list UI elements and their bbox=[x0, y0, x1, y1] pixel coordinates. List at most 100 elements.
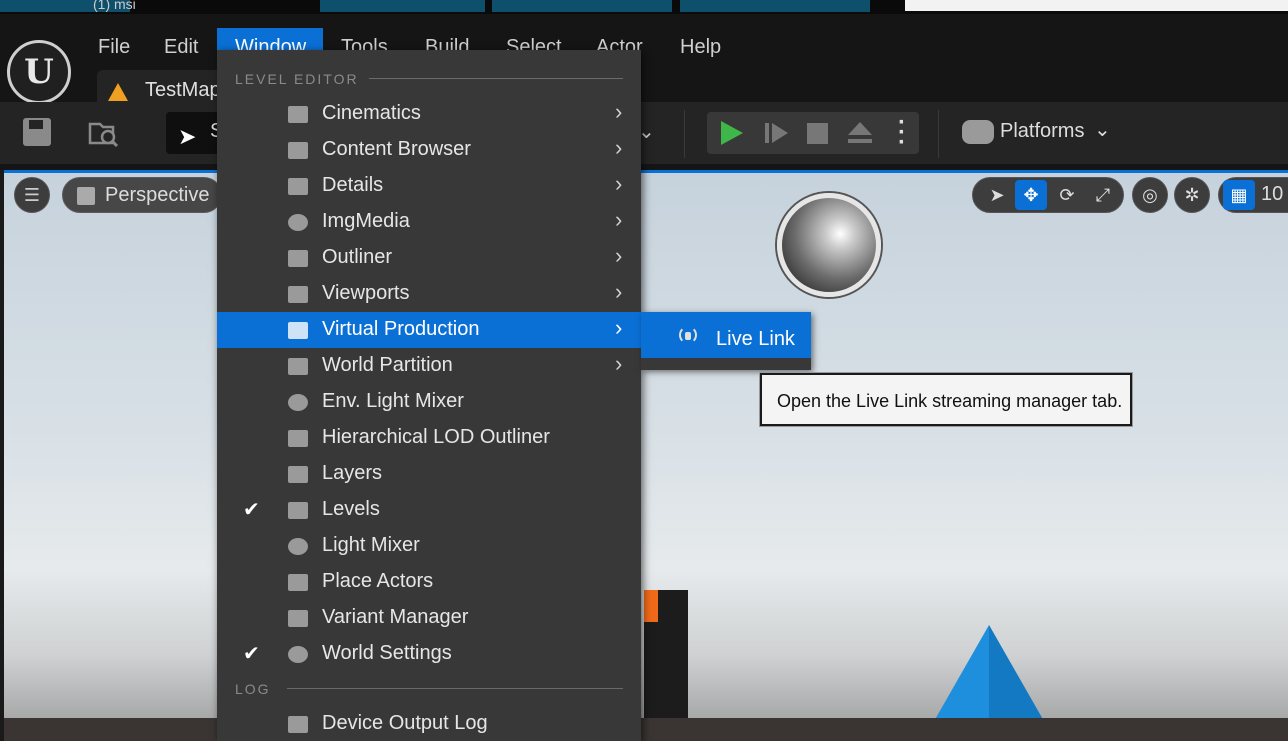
menu-item-label: Levels bbox=[322, 498, 380, 520]
platforms-label: Platforms bbox=[1000, 120, 1085, 142]
checkmark-icon: ✔ bbox=[243, 643, 260, 665]
rotate-icon[interactable]: ⟳ bbox=[1051, 180, 1083, 210]
menu-item-env-light-mixer[interactable]: Env. Light Mixer bbox=[217, 384, 641, 420]
menu-item-light-mixer[interactable]: Light Mixer bbox=[217, 528, 641, 564]
layers-icon bbox=[288, 466, 308, 483]
section-divider bbox=[369, 78, 623, 79]
window-menu: LEVEL EDITOR Cinematics › Content Browse… bbox=[217, 50, 641, 741]
chevron-right-icon: › bbox=[615, 243, 623, 268]
more-options-icon[interactable]: · · · bbox=[897, 111, 907, 155]
chevron-right-icon: › bbox=[615, 315, 623, 340]
toolbar-divider bbox=[938, 110, 939, 158]
menu-item-label: Content Browser bbox=[322, 138, 471, 160]
checkmark-icon: ✔ bbox=[243, 499, 260, 521]
taskbar-segment bbox=[680, 0, 870, 12]
cube-actor bbox=[644, 590, 688, 730]
menu-item-place-actors[interactable]: Place Actors bbox=[217, 564, 641, 600]
virtual-production-submenu: Live Link bbox=[641, 312, 811, 370]
os-background-window bbox=[905, 0, 1288, 11]
perspective-label: Perspective bbox=[105, 184, 210, 206]
menu-item-content-browser[interactable]: Content Browser › bbox=[217, 132, 641, 168]
menu-item-label: Cinematics bbox=[322, 102, 421, 124]
select-arrow-icon[interactable]: ➤ bbox=[981, 180, 1013, 210]
person-frame-icon bbox=[288, 322, 308, 339]
broadcast-icon-center bbox=[685, 332, 691, 340]
menu-item-cinematics[interactable]: Cinematics › bbox=[217, 96, 641, 132]
menu-item-live-link[interactable]: Live Link bbox=[641, 312, 811, 358]
select-mode-icon: ➤ bbox=[178, 124, 197, 149]
level-viewport[interactable]: ☰ Perspective ➤ ✥ ⟳ ⤢ ◎ ✲ ▦ 10 bbox=[0, 170, 1288, 741]
chevron-right-icon: › bbox=[615, 351, 623, 376]
menu-item-details[interactable]: Details › bbox=[217, 168, 641, 204]
menu-item-label: Live Link bbox=[716, 328, 795, 350]
cube-icon bbox=[77, 187, 95, 205]
content-browser-icon[interactable] bbox=[88, 118, 119, 148]
stack-icon bbox=[288, 430, 308, 447]
variant-icon bbox=[288, 610, 308, 627]
stop-icon[interactable] bbox=[807, 123, 828, 144]
menu-item-imgmedia[interactable]: ImgMedia › bbox=[217, 204, 641, 240]
ground-plane bbox=[4, 718, 1288, 741]
menu-item-levels[interactable]: ✔ Levels bbox=[217, 492, 641, 528]
menu-item-layers[interactable]: Layers bbox=[217, 456, 641, 492]
chevron-right-icon: › bbox=[615, 99, 623, 124]
move-icon[interactable]: ✥ bbox=[1015, 180, 1047, 210]
levels-icon bbox=[288, 502, 308, 519]
section-header-level-editor: LEVEL EDITOR bbox=[235, 71, 359, 87]
gamepad-icon bbox=[962, 120, 994, 144]
globe-icon[interactable]: ◎ bbox=[1134, 180, 1166, 210]
menu-item-device-output-log[interactable]: Device Output Log bbox=[217, 706, 641, 741]
pencil-icon bbox=[288, 178, 308, 195]
eject-icon[interactable] bbox=[847, 122, 873, 144]
surface-snap-toggle: ✲ bbox=[1174, 177, 1210, 213]
menu-item-label: Variant Manager bbox=[322, 606, 469, 628]
globe-icon bbox=[288, 646, 308, 663]
menu-item-viewports[interactable]: Viewports › bbox=[217, 276, 641, 312]
chevron-down-icon: ⌄ bbox=[1094, 119, 1111, 141]
menu-item-label: World Partition bbox=[322, 354, 453, 376]
viewport-focus-line bbox=[4, 170, 1288, 173]
play-icon[interactable] bbox=[721, 121, 743, 145]
clapper-icon bbox=[288, 106, 308, 123]
transform-tools: ➤ ✥ ⟳ ⤢ bbox=[972, 177, 1124, 213]
taskbar-segment bbox=[320, 0, 485, 12]
scale-icon[interactable]: ⤢ bbox=[1087, 180, 1119, 210]
chevron-right-icon: › bbox=[615, 171, 623, 196]
menu-item-label: World Settings bbox=[322, 642, 452, 664]
grid-snap-icon[interactable]: ▦ bbox=[1223, 180, 1255, 210]
section-header-log: LOG bbox=[235, 681, 271, 697]
grid-map-icon bbox=[288, 358, 308, 375]
menu-edit[interactable]: Edit bbox=[146, 28, 216, 64]
unreal-logo-icon[interactable]: U bbox=[7, 40, 71, 104]
level-tab-label: TestMap bbox=[145, 79, 221, 101]
viewport-menu-button[interactable]: ☰ bbox=[14, 177, 50, 213]
menu-item-label: Details bbox=[322, 174, 384, 196]
step-icon[interactable] bbox=[765, 123, 788, 143]
menu-item-label: Light Mixer bbox=[322, 534, 420, 556]
menu-item-world-partition[interactable]: World Partition › bbox=[217, 348, 641, 384]
warning-icon bbox=[108, 83, 128, 101]
menu-item-label: Device Output Log bbox=[322, 712, 488, 734]
section-divider bbox=[287, 688, 623, 689]
save-icon[interactable] bbox=[23, 118, 51, 146]
menu-item-variant-manager[interactable]: Variant Manager bbox=[217, 600, 641, 636]
tooltip: Open the Live Link streaming manager tab… bbox=[760, 373, 1132, 426]
list-icon bbox=[288, 250, 308, 267]
menu-item-label: ImgMedia bbox=[322, 210, 410, 232]
taskbar-segment bbox=[492, 0, 672, 12]
menu-item-virtual-production[interactable]: Virtual Production › bbox=[217, 312, 641, 348]
menu-item-label: Viewports bbox=[322, 282, 410, 304]
menu-item-outliner[interactable]: Outliner › bbox=[217, 240, 641, 276]
grid-size-value[interactable]: 10 bbox=[1261, 183, 1283, 206]
menu-item-label: Env. Light Mixer bbox=[322, 390, 464, 412]
chevron-right-icon: › bbox=[615, 207, 623, 232]
os-taskbar-strip: (1) msi bbox=[0, 0, 1288, 14]
surface-snap-icon[interactable]: ✲ bbox=[1176, 180, 1208, 210]
os-window-title: (1) msi bbox=[93, 0, 136, 12]
menu-file[interactable]: File bbox=[80, 28, 148, 64]
menu-item-hlod-outliner[interactable]: Hierarchical LOD Outliner bbox=[217, 420, 641, 456]
play-controls: · · · bbox=[707, 111, 919, 155]
menu-help[interactable]: Help bbox=[662, 28, 739, 64]
menu-item-world-settings[interactable]: ✔ World Settings bbox=[217, 636, 641, 672]
perspective-button[interactable]: Perspective bbox=[62, 177, 222, 213]
